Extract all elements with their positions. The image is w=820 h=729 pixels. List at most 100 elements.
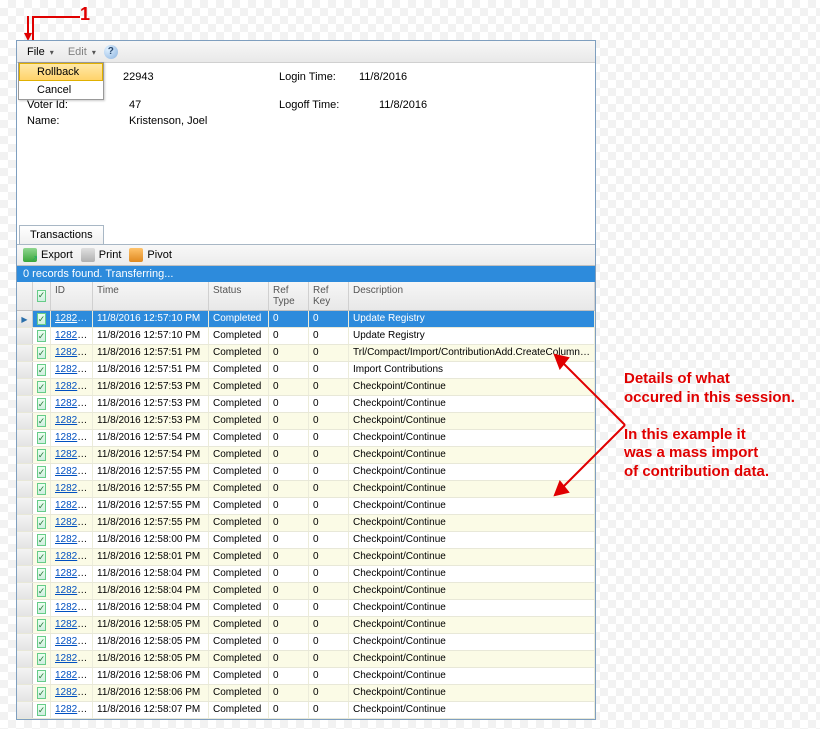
row-handle[interactable] <box>17 481 33 497</box>
row-checkbox[interactable]: ✓ <box>33 702 51 718</box>
cell-id[interactable]: 128232 <box>51 515 93 531</box>
cell-id[interactable]: 128222 <box>51 345 93 361</box>
row-checkbox[interactable]: ✓ <box>33 413 51 429</box>
row-checkbox[interactable]: ✓ <box>33 600 51 616</box>
row-handle[interactable] <box>17 583 33 599</box>
row-handle[interactable] <box>17 311 33 327</box>
cell-id[interactable]: 128240 <box>51 651 93 667</box>
row-handle[interactable] <box>17 515 33 531</box>
cell-id[interactable]: 128231 <box>51 498 93 514</box>
cell-id[interactable]: 128228 <box>51 447 93 463</box>
grid-header-check[interactable]: ✓ <box>33 282 51 310</box>
col-id[interactable]: ID <box>51 282 93 310</box>
cell-id[interactable]: 128221 <box>51 328 93 344</box>
row-handle[interactable] <box>17 617 33 633</box>
table-row[interactable]: ✓12824011/8/2016 12:58:05 PMCompleted00C… <box>17 651 595 668</box>
table-row[interactable]: ✓12822311/8/2016 12:57:51 PMCompleted00I… <box>17 362 595 379</box>
table-row[interactable]: ✓12822111/8/2016 12:57:10 PMCompleted00U… <box>17 328 595 345</box>
grid-body[interactable]: ✓12822011/8/2016 12:57:10 PMCompleted00U… <box>17 311 595 719</box>
table-row[interactable]: ✓12823611/8/2016 12:58:04 PMCompleted00C… <box>17 583 595 600</box>
row-checkbox[interactable]: ✓ <box>33 464 51 480</box>
row-handle[interactable] <box>17 702 33 718</box>
menu-file[interactable]: File ▾ <box>21 45 60 59</box>
row-handle[interactable] <box>17 498 33 514</box>
menu-rollback[interactable]: Rollback <box>19 63 103 81</box>
row-checkbox[interactable]: ✓ <box>33 311 51 327</box>
table-row[interactable]: ✓12822411/8/2016 12:57:53 PMCompleted00C… <box>17 379 595 396</box>
cell-id[interactable]: 128239 <box>51 634 93 650</box>
row-handle[interactable] <box>17 651 33 667</box>
table-row[interactable]: ✓12822211/8/2016 12:57:51 PMCompleted00T… <box>17 345 595 362</box>
row-checkbox[interactable]: ✓ <box>33 532 51 548</box>
cell-id[interactable]: 128241 <box>51 668 93 684</box>
row-checkbox[interactable]: ✓ <box>33 651 51 667</box>
row-checkbox[interactable]: ✓ <box>33 685 51 701</box>
row-handle[interactable] <box>17 396 33 412</box>
cell-id[interactable]: 128230 <box>51 481 93 497</box>
print-button[interactable]: Print <box>81 248 122 262</box>
row-handle[interactable] <box>17 549 33 565</box>
row-handle[interactable] <box>17 379 33 395</box>
table-row[interactable]: ✓12823111/8/2016 12:57:55 PMCompleted00C… <box>17 498 595 515</box>
row-checkbox[interactable]: ✓ <box>33 396 51 412</box>
row-handle[interactable] <box>17 447 33 463</box>
row-handle[interactable] <box>17 362 33 378</box>
table-row[interactable]: ✓12822711/8/2016 12:57:54 PMCompleted00C… <box>17 430 595 447</box>
table-row[interactable]: ✓12824111/8/2016 12:58:06 PMCompleted00C… <box>17 668 595 685</box>
help-icon[interactable]: ? <box>104 45 118 59</box>
table-row[interactable]: ✓12823311/8/2016 12:58:00 PMCompleted00C… <box>17 532 595 549</box>
cell-id[interactable]: 128225 <box>51 396 93 412</box>
row-handle[interactable] <box>17 600 33 616</box>
col-refkey[interactable]: Ref Key <box>309 282 349 310</box>
row-checkbox[interactable]: ✓ <box>33 566 51 582</box>
table-row[interactable]: ✓12824311/8/2016 12:58:07 PMCompleted00C… <box>17 702 595 719</box>
row-checkbox[interactable]: ✓ <box>33 430 51 446</box>
table-row[interactable]: ✓12822611/8/2016 12:57:53 PMCompleted00C… <box>17 413 595 430</box>
cell-id[interactable]: 128229 <box>51 464 93 480</box>
row-handle[interactable] <box>17 345 33 361</box>
row-checkbox[interactable]: ✓ <box>33 328 51 344</box>
row-checkbox[interactable]: ✓ <box>33 583 51 599</box>
col-desc[interactable]: Description <box>349 282 595 310</box>
row-checkbox[interactable]: ✓ <box>33 617 51 633</box>
col-time[interactable]: Time <box>93 282 209 310</box>
col-status[interactable]: Status <box>209 282 269 310</box>
cell-id[interactable]: 128235 <box>51 566 93 582</box>
table-row[interactable]: ✓12823411/8/2016 12:58:01 PMCompleted00C… <box>17 549 595 566</box>
col-reftype[interactable]: Ref Type <box>269 282 309 310</box>
cell-id[interactable]: 128227 <box>51 430 93 446</box>
export-button[interactable]: Export <box>23 248 73 262</box>
row-handle[interactable] <box>17 685 33 701</box>
table-row[interactable]: ✓12824211/8/2016 12:58:06 PMCompleted00C… <box>17 685 595 702</box>
cell-id[interactable]: 128236 <box>51 583 93 599</box>
cell-id[interactable]: 128226 <box>51 413 93 429</box>
table-row[interactable]: ✓12823211/8/2016 12:57:55 PMCompleted00C… <box>17 515 595 532</box>
table-row[interactable]: ✓12822011/8/2016 12:57:10 PMCompleted00U… <box>17 311 595 328</box>
tab-transactions[interactable]: Transactions <box>19 225 104 244</box>
row-handle[interactable] <box>17 634 33 650</box>
row-checkbox[interactable]: ✓ <box>33 345 51 361</box>
row-checkbox[interactable]: ✓ <box>33 481 51 497</box>
cell-id[interactable]: 128233 <box>51 532 93 548</box>
cell-id[interactable]: 128234 <box>51 549 93 565</box>
row-checkbox[interactable]: ✓ <box>33 498 51 514</box>
row-checkbox[interactable]: ✓ <box>33 515 51 531</box>
table-row[interactable]: ✓12823511/8/2016 12:58:04 PMCompleted00C… <box>17 566 595 583</box>
row-handle[interactable] <box>17 532 33 548</box>
row-handle[interactable] <box>17 566 33 582</box>
table-row[interactable]: ✓12823911/8/2016 12:58:05 PMCompleted00C… <box>17 634 595 651</box>
row-handle[interactable] <box>17 413 33 429</box>
pivot-button[interactable]: Pivot <box>129 248 171 262</box>
row-checkbox[interactable]: ✓ <box>33 447 51 463</box>
row-checkbox[interactable]: ✓ <box>33 634 51 650</box>
menu-cancel[interactable]: Cancel <box>19 81 103 99</box>
menu-edit[interactable]: Edit ▾ <box>62 45 102 59</box>
table-row[interactable]: ✓12822511/8/2016 12:57:53 PMCompleted00C… <box>17 396 595 413</box>
cell-id[interactable]: 128243 <box>51 702 93 718</box>
cell-id[interactable]: 128220 <box>51 311 93 327</box>
cell-id[interactable]: 128237 <box>51 600 93 616</box>
row-handle[interactable] <box>17 430 33 446</box>
table-row[interactable]: ✓12822811/8/2016 12:57:54 PMCompleted00C… <box>17 447 595 464</box>
row-checkbox[interactable]: ✓ <box>33 549 51 565</box>
row-handle[interactable] <box>17 328 33 344</box>
